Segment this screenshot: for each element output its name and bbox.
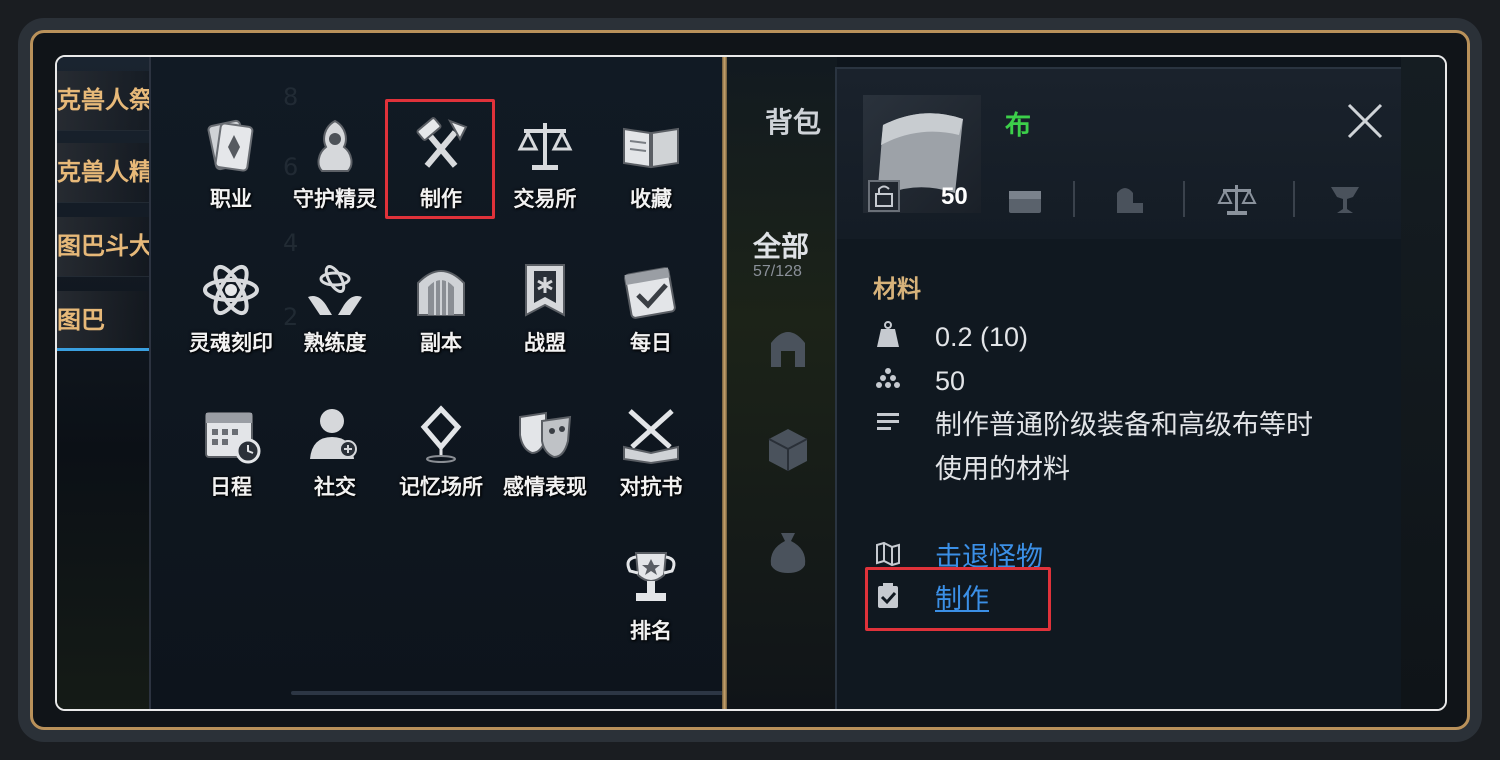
menu-label: 对抗书	[619, 476, 683, 499]
menu-label: 社交	[314, 476, 356, 499]
menu-scroll-track[interactable]	[291, 691, 791, 695]
faint-text: 8	[283, 83, 299, 111]
person-icon	[310, 409, 357, 459]
menu-label: 排名	[630, 620, 672, 643]
class-card-icon	[207, 119, 254, 172]
material-bag-icon[interactable]	[765, 525, 811, 575]
crafting-highlight	[385, 99, 495, 219]
faint-text: 4	[283, 229, 299, 257]
scales-icon	[517, 123, 573, 170]
bag-title: 背包	[765, 107, 822, 138]
item-header: 50 布	[837, 69, 1403, 239]
menu-label: 熟练度	[303, 332, 367, 355]
banner-icon	[525, 264, 565, 317]
item-weight: 0.2 (10)	[935, 322, 1029, 352]
menu-guardian-spirit[interactable]: 守护精灵	[285, 113, 385, 223]
goblet-icon[interactable]	[1323, 179, 1367, 219]
trophy-icon	[626, 552, 676, 601]
menu-label: 收藏	[630, 188, 672, 211]
item-detail-panel: 50 布 材料 0.2 (10) 50 制作普通阶级装备和高级布等时 使用的材料…	[835, 67, 1403, 709]
item-description-line: 使用的材料	[935, 454, 1070, 484]
description-row: 制作普通阶级装备和高级布等时 使用的材料	[873, 403, 1313, 491]
bag-tab-all[interactable]: 全部	[753, 225, 809, 265]
menu-guild[interactable]: 战盟	[495, 257, 595, 367]
menu-schedule[interactable]: 日程	[181, 401, 281, 511]
menu-proficiency[interactable]: 熟练度	[285, 257, 385, 367]
menu-exchange[interactable]: 交易所	[495, 113, 595, 223]
menu-dungeon[interactable]: 副本	[391, 257, 491, 367]
quest-item-active[interactable]: 图巴	[57, 291, 149, 351]
item-name: 布	[1005, 110, 1032, 140]
menu-label: 副本	[420, 332, 462, 355]
menu-label: 职业	[210, 188, 252, 211]
menu-label: 守护精灵	[293, 188, 377, 211]
gate-icon	[417, 270, 465, 316]
weight-icon	[877, 321, 899, 347]
bag-capacity: 57/128	[753, 263, 802, 280]
header-separator	[1183, 181, 1185, 217]
book-icon	[623, 127, 679, 169]
item-quantity: 50	[941, 183, 968, 210]
menu-daily[interactable]: 每日	[601, 257, 701, 367]
menu-label: 战盟	[524, 332, 566, 355]
lock-icon[interactable]	[867, 179, 901, 213]
quest-item[interactable]: 克兽人祭司长	[57, 71, 149, 131]
menu-versus-book[interactable]: 对抗书	[601, 401, 701, 511]
background-scene	[1401, 57, 1445, 709]
menu-soul-engraving[interactable]: 灵魂刻印	[181, 257, 281, 367]
calendar-clock-icon	[205, 412, 261, 464]
quest-item[interactable]: 图巴斗大	[57, 217, 149, 277]
menu-social[interactable]: 社交	[285, 401, 385, 511]
decompose-icon[interactable]	[1107, 179, 1151, 219]
header-separator	[1293, 181, 1295, 217]
helmet-icon[interactable]	[765, 323, 811, 373]
section-title: 材料	[873, 276, 921, 303]
weight-row: 0.2 (10)	[873, 315, 1028, 359]
game-screen: 克兽人祭司长 克兽人精 图巴斗大 图巴 8 6 4 2 职业	[55, 55, 1447, 711]
main-menu-panel: 8 6 4 2 职业 守护精灵 制作 交易所 收藏 灵魂刻印 熟练度 副本 战盟…	[149, 57, 791, 709]
location-diamond-icon	[420, 405, 462, 463]
stack-icon	[876, 368, 900, 388]
stack-row: 50	[873, 359, 965, 403]
menu-label: 交易所	[513, 188, 577, 211]
hands-atom-icon	[308, 265, 362, 315]
description-icon	[877, 413, 899, 430]
crossed-swords-icon	[623, 409, 679, 465]
menu-label: 日程	[210, 476, 252, 499]
storage-chest-icon[interactable]	[1003, 179, 1047, 219]
menu-ranking[interactable]: 排名	[601, 545, 701, 655]
bag-sidebar	[727, 57, 837, 709]
calendar-check-icon	[624, 267, 676, 319]
gold-border: 克兽人祭司长 克兽人精 图巴斗大 图巴 8 6 4 2 职业	[30, 30, 1470, 730]
menu-emotes[interactable]: 感情表现	[495, 401, 595, 511]
menu-memory-places[interactable]: 记忆场所	[391, 401, 491, 511]
menu-label: 灵魂刻印	[189, 332, 273, 355]
item-description-line: 制作普通阶级装备和高级布等时	[935, 410, 1313, 440]
menu-label: 记忆场所	[399, 476, 483, 499]
masks-icon	[519, 411, 572, 459]
guardian-spirit-icon	[317, 119, 353, 172]
item-stack: 50	[935, 366, 966, 396]
atom-icon	[203, 264, 259, 316]
menu-label: 感情表现	[503, 476, 587, 499]
menu-label: 每日	[630, 332, 672, 355]
exchange-scales-icon[interactable]	[1215, 179, 1259, 219]
craft-link-highlight	[865, 567, 1051, 631]
box-icon[interactable]	[765, 425, 811, 475]
map-icon	[876, 541, 900, 567]
menu-collection[interactable]: 收藏	[601, 113, 701, 223]
close-icon[interactable]	[1345, 101, 1385, 141]
menu-class[interactable]: 职业	[181, 113, 281, 223]
device-frame: 克兽人祭司长 克兽人精 图巴斗大 图巴 8 6 4 2 职业	[18, 18, 1482, 742]
quest-tracker: 克兽人祭司长 克兽人精 图巴斗大 图巴	[57, 57, 149, 709]
header-separator	[1073, 181, 1075, 217]
quest-item[interactable]: 克兽人精	[57, 143, 149, 203]
